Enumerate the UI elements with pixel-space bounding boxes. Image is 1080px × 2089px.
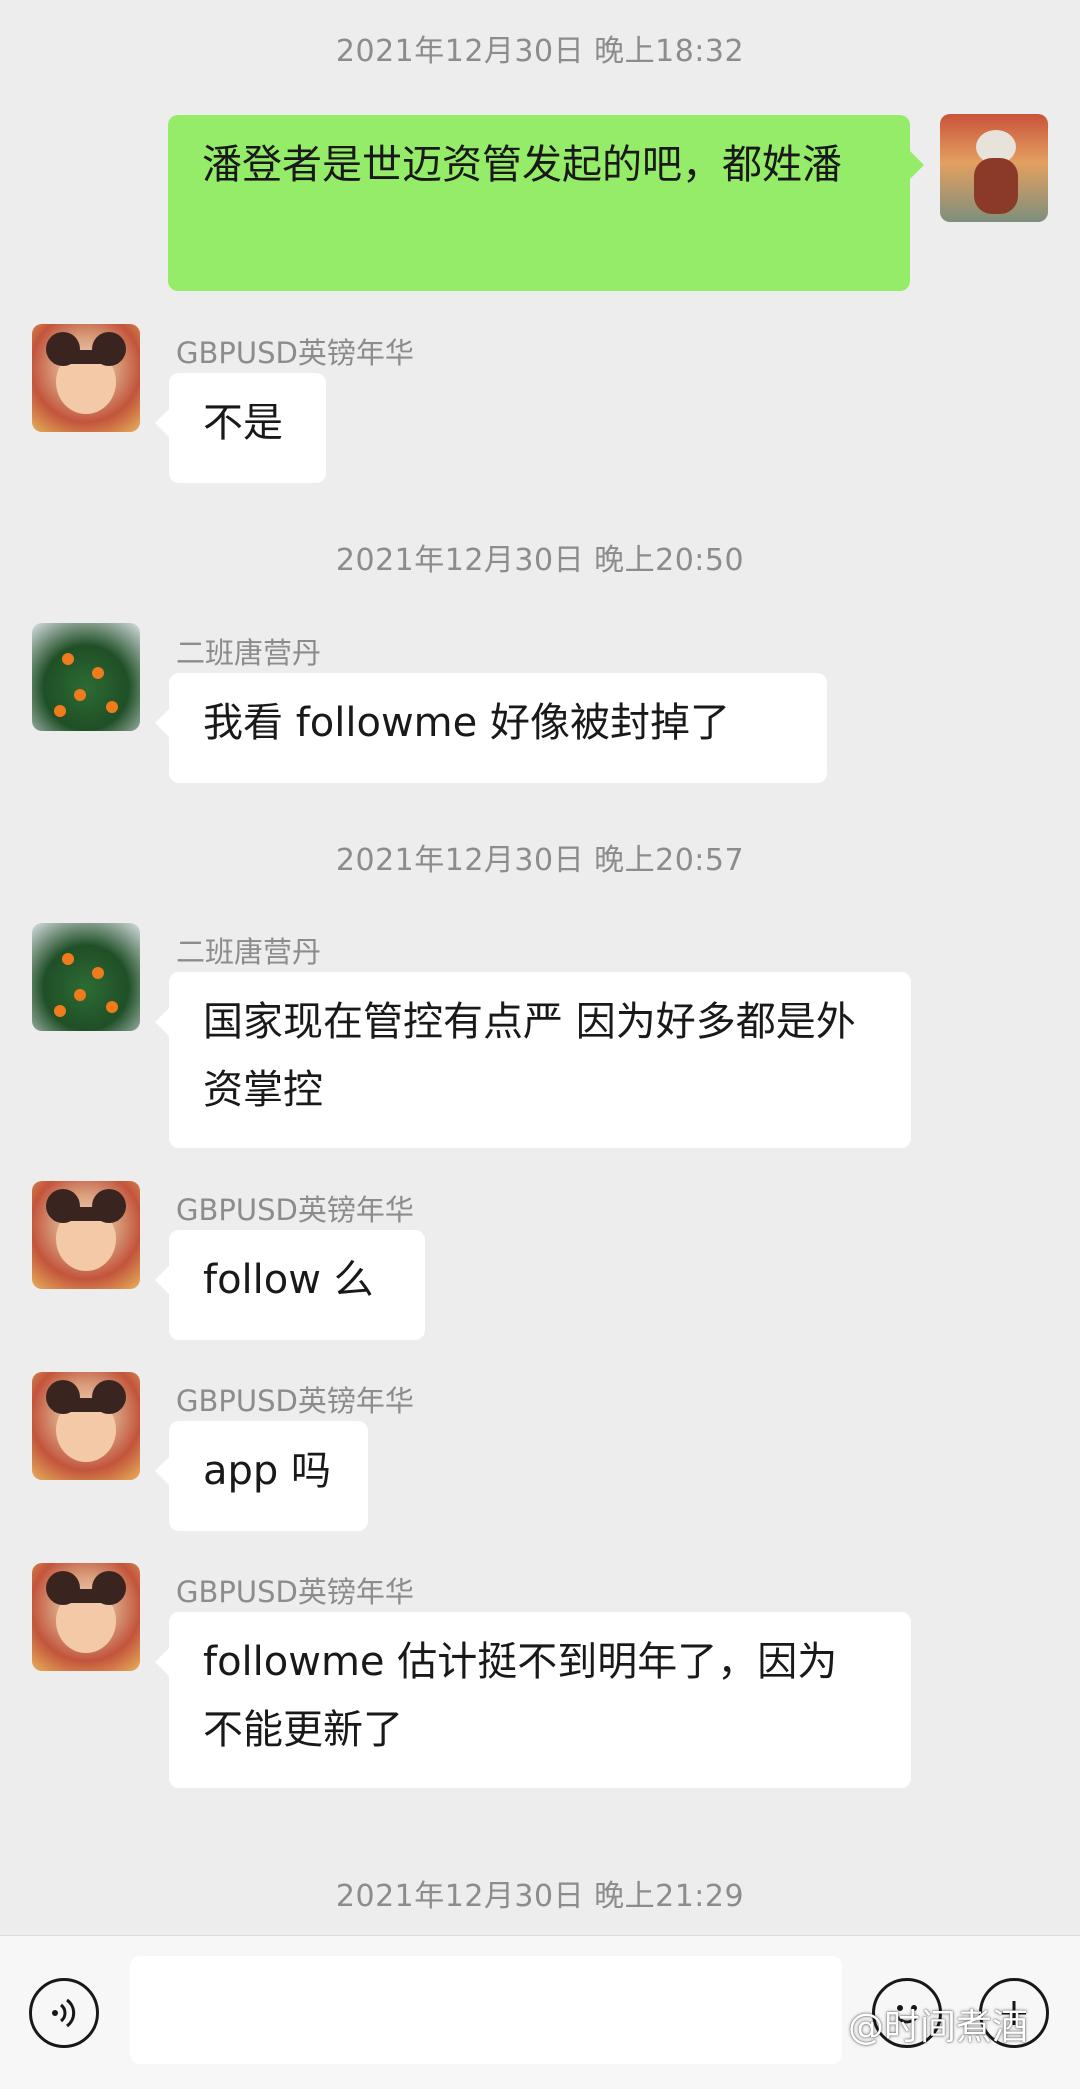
- my-avatar[interactable]: [940, 114, 1048, 222]
- message-bubble[interactable]: 不是: [155, 373, 326, 483]
- gbp-avatar[interactable]: [32, 1563, 140, 1671]
- timestamp: 2021年12月30日 晚上21:29: [335, 1879, 745, 1914]
- voice-icon[interactable]: [29, 1978, 99, 2048]
- timestamp: 2021年12月30日 晚上20:50: [335, 543, 745, 578]
- tang-avatar[interactable]: [32, 923, 140, 1031]
- message-bubble[interactable]: 国家现在管控有点严 因为好多都是外资掌控: [155, 972, 911, 1148]
- message-bubble[interactable]: app 吗: [155, 1421, 368, 1531]
- tang-avatar[interactable]: [32, 623, 140, 731]
- message-bubble[interactable]: follow 么: [155, 1230, 425, 1340]
- timestamp: 2021年12月30日 晚上20:57: [335, 843, 745, 878]
- timestamp: 2021年12月30日 晚上18:32: [335, 34, 745, 69]
- message-input[interactable]: [130, 1956, 842, 2064]
- watermark-text: @时间煮酒: [848, 2007, 1029, 2048]
- chat-message-list[interactable]: 2021年12月30日 晚上18:32 潘登者是世迈资管发起的吧，都姓潘 GBP…: [0, 0, 1080, 1935]
- sender-name: GBPUSD英镑年华: [176, 1575, 414, 1609]
- sender-name: GBPUSD英镑年华: [176, 1384, 414, 1418]
- sender-name: 二班唐营丹: [176, 935, 322, 969]
- gbp-avatar[interactable]: [32, 1181, 140, 1289]
- sender-name: GBPUSD英镑年华: [176, 1193, 414, 1227]
- message-bubble[interactable]: 我看 followme 好像被封掉了: [155, 673, 827, 783]
- my-message-bubble[interactable]: 潘登者是世迈资管发起的吧，都姓潘: [168, 115, 924, 291]
- gbp-avatar[interactable]: [32, 1372, 140, 1480]
- message-bubble[interactable]: followme 估计挺不到明年了，因为不能更新了: [155, 1612, 911, 1788]
- sender-name: 二班唐营丹: [176, 636, 322, 670]
- sender-name: GBPUSD英镑年华: [176, 336, 414, 370]
- gbp-avatar[interactable]: [32, 324, 140, 432]
